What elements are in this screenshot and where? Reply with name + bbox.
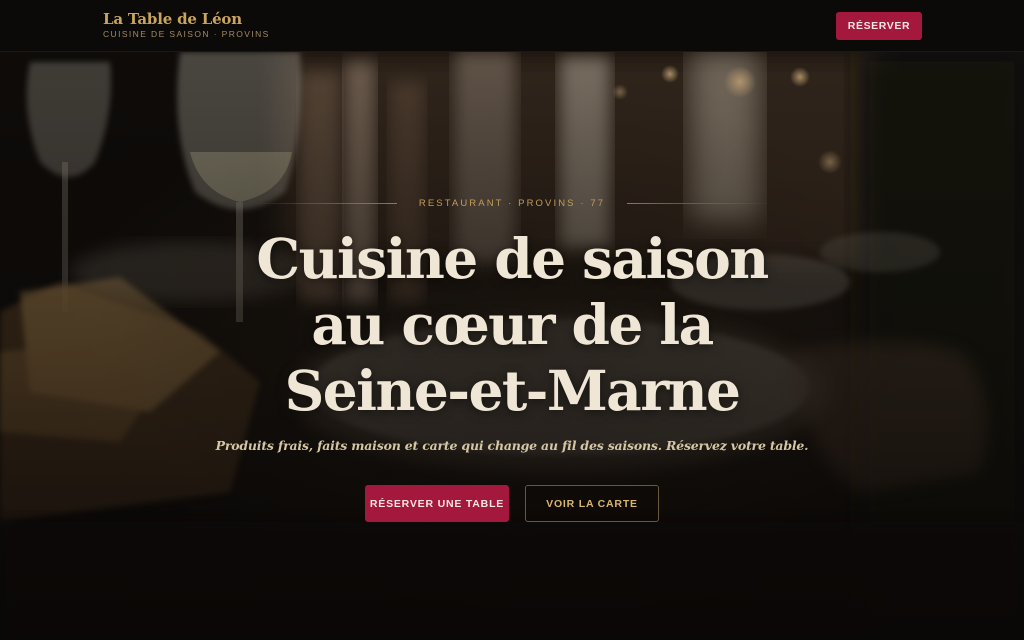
brand-name: La Table de Léon [103, 10, 242, 28]
eyebrow-text: RESTAURANT · PROVINS · 77 [418, 197, 606, 209]
view-menu-button[interactable]: VOIR LA CARTE [525, 485, 659, 522]
reserve-button[interactable]: RÉSERVER [836, 12, 922, 40]
eyebrow-rule-right [627, 202, 773, 204]
hero-eyebrow: RESTAURANT · PROVINS · 77 [0, 196, 1024, 210]
headline-line-2: au cœur de la [311, 292, 714, 357]
reserve-table-button[interactable]: RÉSERVER UNE TABLE [365, 485, 509, 522]
hero-headline: Cuisine de saison au cœur de la Seine-et… [180, 226, 844, 424]
hero-subline: Produits frais, faits maison et carte qu… [215, 438, 809, 453]
headline-line-1: Cuisine de saison [256, 226, 769, 291]
site-header: La Table de Léon CUISINE DE SAISON · PRO… [0, 0, 1024, 52]
hero-cta-row: RÉSERVER UNE TABLE VOIR LA CARTE [0, 485, 1024, 522]
brand-tagline: CUISINE DE SAISON · PROVINS [103, 29, 270, 39]
eyebrow-rule-left [251, 202, 397, 204]
brand-logo[interactable]: La Table de Léon CUISINE DE SAISON · PRO… [103, 10, 270, 39]
headline-line-3: Seine-et-Marne [284, 358, 741, 423]
